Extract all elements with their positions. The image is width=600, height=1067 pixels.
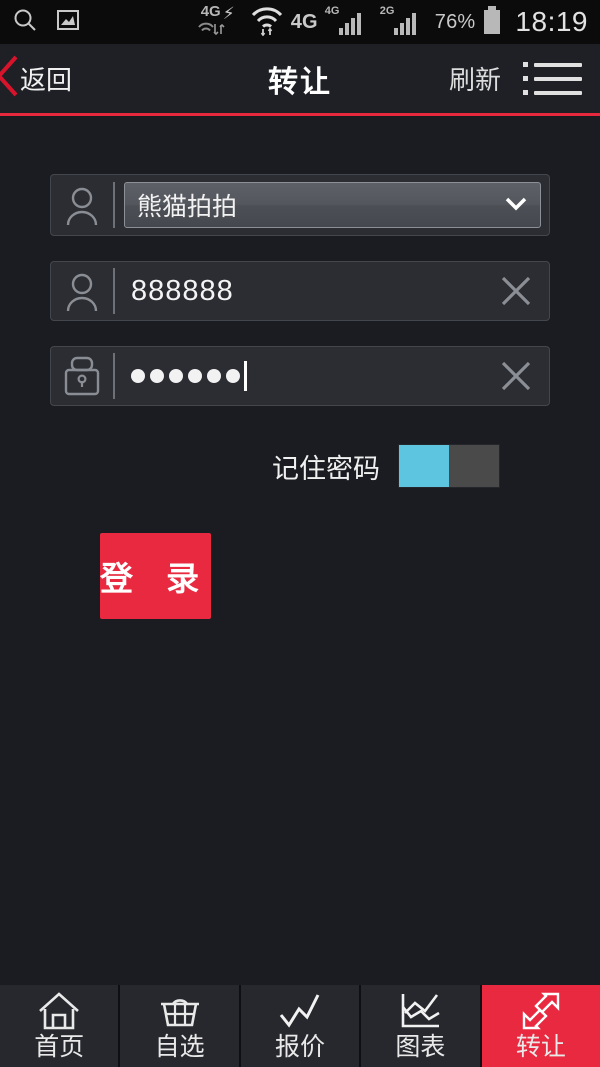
status-bar-right-icons: 4G ⚡ 4G 4G 2G 76% 18:19 <box>197 3 588 41</box>
battery-percent-label: 76% <box>434 10 476 33</box>
username-field[interactable]: 888888 <box>50 261 550 321</box>
toggle-off-half <box>449 445 499 487</box>
remember-password-label: 记住密码 <box>272 453 380 484</box>
login-form: 熊猫拍拍 888888 记住密码 登 录 <box>0 116 600 619</box>
username-input[interactable]: 888888 <box>115 262 483 320</box>
password-field[interactable] <box>50 346 550 406</box>
transfer-arrows-icon <box>518 990 564 1032</box>
lock-icon <box>51 347 113 405</box>
nav-item-quotes[interactable]: 报价 <box>240 985 360 1067</box>
text-cursor <box>244 361 247 391</box>
list-menu-icon[interactable] <box>523 62 582 95</box>
status-bar-left-icons <box>12 7 80 38</box>
clear-username-button[interactable] <box>483 273 549 309</box>
toggle-on-half <box>399 445 449 487</box>
network-4g-data-icon: 4G ⚡ <box>197 3 243 39</box>
password-input[interactable] <box>115 347 483 405</box>
login-button[interactable]: 登 录 <box>100 533 212 619</box>
nav-label-transfer: 转让 <box>515 1033 566 1062</box>
close-x-icon <box>501 276 531 306</box>
app-screen: 4G ⚡ 4G 4G 2G 76% 18:19 返回 转让 刷新 熊猫拍拍 88… <box>0 0 600 1067</box>
line-chart-icon <box>397 990 443 1032</box>
app-header: 返回 转让 刷新 <box>0 44 600 116</box>
account-select-value: 熊猫拍拍 <box>137 193 238 221</box>
basket-icon <box>157 990 203 1032</box>
bottom-navigation: 首页 自选 报价 图表 转让 <box>0 985 600 1067</box>
remember-password-toggle[interactable] <box>398 444 500 488</box>
search-icon <box>12 7 38 38</box>
username-value: 888888 <box>131 274 234 307</box>
refresh-button[interactable]: 刷新 <box>449 60 501 97</box>
clock-label: 18:19 <box>515 6 588 37</box>
signal-bars-sim1: 4G <box>325 5 373 39</box>
account-select-field[interactable]: 熊猫拍拍 <box>50 174 550 236</box>
nav-item-transfer[interactable]: 转让 <box>481 985 600 1067</box>
person-icon <box>51 262 113 320</box>
nav-label-home: 首页 <box>34 1033 85 1062</box>
status-bar: 4G ⚡ 4G 4G 2G 76% 18:19 <box>0 0 600 44</box>
chevron-down-icon <box>504 195 528 216</box>
trend-line-icon <box>277 990 323 1032</box>
network-type-label: 4G <box>290 10 318 33</box>
nav-label-quotes: 报价 <box>275 1033 326 1062</box>
nav-item-watchlist[interactable]: 自选 <box>120 985 239 1067</box>
person-icon <box>51 175 113 235</box>
password-masked-value <box>131 369 240 383</box>
signal-bars-sim2: 2G <box>380 5 428 39</box>
home-icon <box>37 990 81 1032</box>
field-divider <box>113 182 115 228</box>
battery-icon <box>482 5 502 40</box>
nav-label-charts: 图表 <box>395 1033 446 1062</box>
close-x-icon <box>501 361 531 391</box>
nav-item-charts[interactable]: 图表 <box>361 985 480 1067</box>
account-select-box[interactable]: 熊猫拍拍 <box>124 182 541 228</box>
image-icon <box>56 8 80 37</box>
remember-password-row: 记住密码 <box>50 431 550 488</box>
chevron-left-icon <box>0 53 19 104</box>
nav-item-home[interactable]: 首页 <box>0 985 119 1067</box>
back-button[interactable]: 返回 <box>0 53 72 104</box>
nav-label-watchlist: 自选 <box>154 1033 205 1062</box>
wifi-icon <box>250 4 284 41</box>
clear-password-button[interactable] <box>483 358 549 394</box>
back-button-label: 返回 <box>20 65 73 95</box>
